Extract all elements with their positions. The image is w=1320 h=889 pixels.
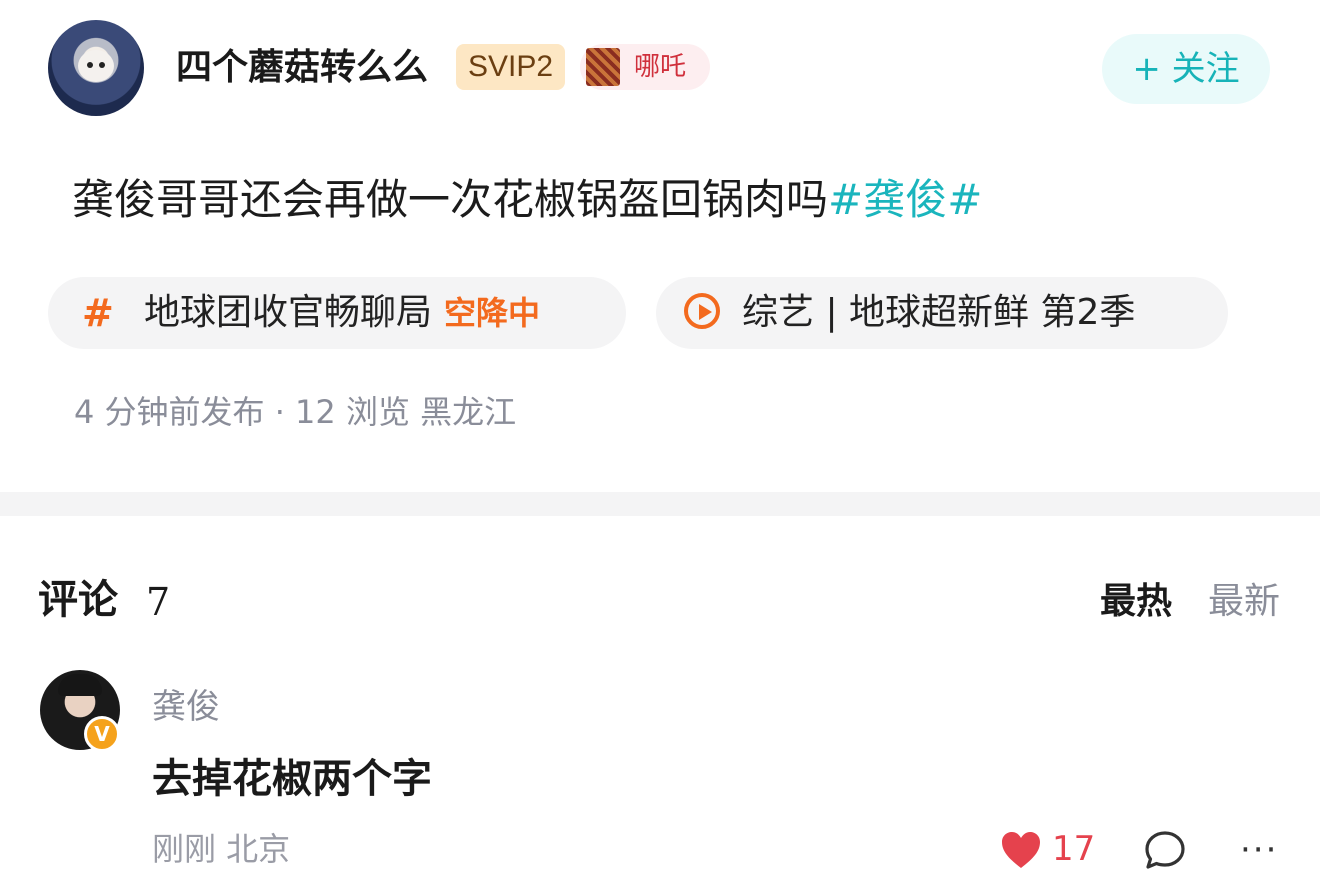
post-text: 龚俊哥哥还会再做一次花椒锅盔回锅肉吗#龚俊# [72, 172, 982, 228]
comments-title: 评论 [38, 577, 118, 623]
topic-pill-label: 地球团收官畅聊局 空降中 [144, 277, 540, 349]
verified-v-icon: V [84, 716, 120, 752]
fan-badge[interactable]: 哪吒 [580, 44, 710, 90]
follow-button[interactable]: + 关注 [1102, 34, 1270, 104]
show-pill[interactable]: 综艺 | 地球超新鲜 第2季 [656, 277, 1228, 349]
hash-icon: # [82, 291, 114, 335]
more-icon[interactable]: ··· [1240, 830, 1280, 870]
comment-meta: 刚刚 北京 [152, 830, 291, 868]
commenter-name[interactable]: 龚俊 [152, 684, 220, 730]
topic-pill-tag: 空降中 [444, 294, 541, 332]
avatar-hair [58, 674, 102, 696]
avatar-eye [87, 62, 93, 68]
post-hashtag[interactable]: #龚俊# [828, 175, 982, 224]
fan-badge-label: 哪吒 [634, 52, 687, 82]
like-count: 17 [1052, 829, 1096, 869]
section-divider [0, 492, 1320, 516]
sort-hot-tab[interactable]: 最热 [1100, 578, 1172, 626]
heart-icon[interactable] [1000, 830, 1042, 870]
post-body: 龚俊哥哥还会再做一次花椒锅盔回锅肉吗 [72, 175, 829, 224]
show-pill-label: 综艺 | 地球超新鲜 第2季 [742, 292, 1136, 333]
comment-text: 去掉花椒两个字 [152, 756, 432, 802]
topic-pill-text: 地球团收官畅聊局 [144, 292, 433, 333]
avatar-face [78, 50, 114, 82]
fan-badge-icon [586, 48, 620, 86]
author-avatar[interactable] [48, 20, 144, 116]
post-meta: 4 分钟前发布 · 12 浏览 黑龙江 [74, 393, 517, 431]
avatar-eye [99, 62, 105, 68]
play-icon [684, 293, 720, 329]
author-username[interactable]: 四个蘑菇转么么 [176, 44, 428, 92]
svip-badge[interactable]: SVIP2 [456, 44, 566, 90]
sort-new-tab[interactable]: 最新 [1208, 578, 1280, 626]
comments-count: 7 [146, 580, 171, 624]
comment-bubble-icon[interactable] [1144, 830, 1186, 870]
topic-pill[interactable]: # 地球团收官畅聊局 空降中 [48, 277, 626, 349]
